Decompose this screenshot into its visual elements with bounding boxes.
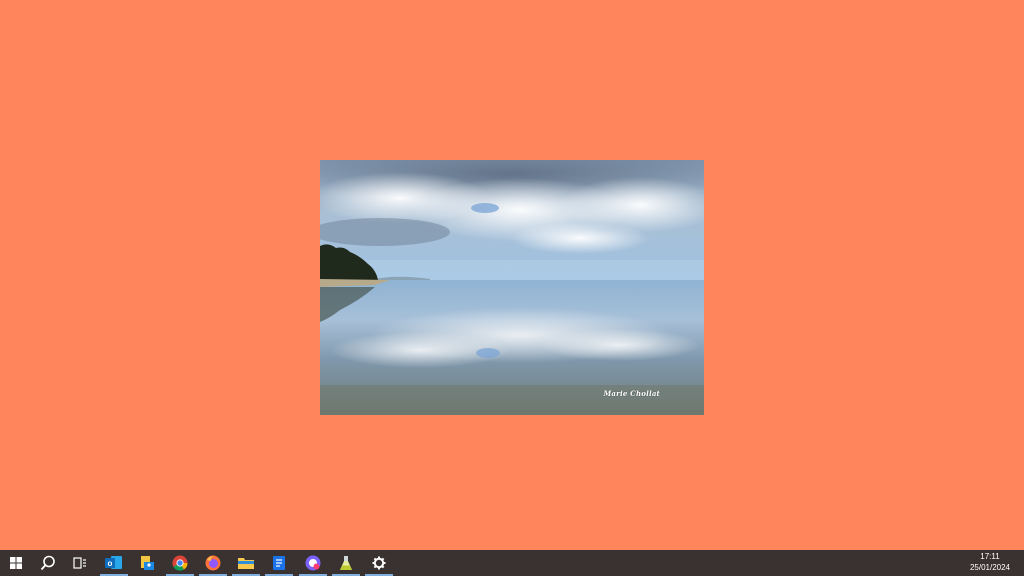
taskbar: o 17:11 25/01/2024 xyxy=(0,550,1024,576)
gear-icon xyxy=(372,556,386,570)
chrome-app[interactable] xyxy=(165,550,195,576)
search-button[interactable] xyxy=(33,550,63,576)
clock-date: 25/01/2024 xyxy=(969,563,1011,572)
windows-logo-icon xyxy=(10,557,22,569)
firefox-app[interactable] xyxy=(198,550,228,576)
search-icon xyxy=(40,555,55,571)
document-icon xyxy=(273,556,285,570)
seascape-image xyxy=(320,160,704,415)
flask-icon xyxy=(340,556,352,570)
file-manager-app[interactable] xyxy=(132,550,162,576)
file-explorer-icon xyxy=(238,558,254,569)
photo-watermark: Marie Chollat xyxy=(603,389,660,398)
start-button[interactable] xyxy=(1,550,31,576)
firefox-icon xyxy=(205,555,221,571)
settings-app[interactable] xyxy=(364,550,394,576)
wallpaper-photo: Marie Chollat xyxy=(320,160,704,415)
desktop: Marie Chollat xyxy=(0,0,1024,550)
outlook-app[interactable]: o xyxy=(99,550,129,576)
media-app[interactable] xyxy=(298,550,328,576)
chrome-icon xyxy=(172,555,188,571)
svg-text:o: o xyxy=(108,559,113,568)
media-icon xyxy=(305,555,321,571)
task-view-icon xyxy=(73,557,86,569)
file-explorer-app[interactable] xyxy=(231,550,261,576)
folder-user-icon xyxy=(141,556,154,570)
flask-app[interactable] xyxy=(331,550,361,576)
taskbar-clock[interactable]: 17:11 25/01/2024 xyxy=(960,551,1020,575)
notepad-app[interactable] xyxy=(264,550,294,576)
task-view-button[interactable] xyxy=(65,550,95,576)
clock-time: 17:11 xyxy=(980,552,1000,561)
outlook-icon: o xyxy=(105,556,122,569)
